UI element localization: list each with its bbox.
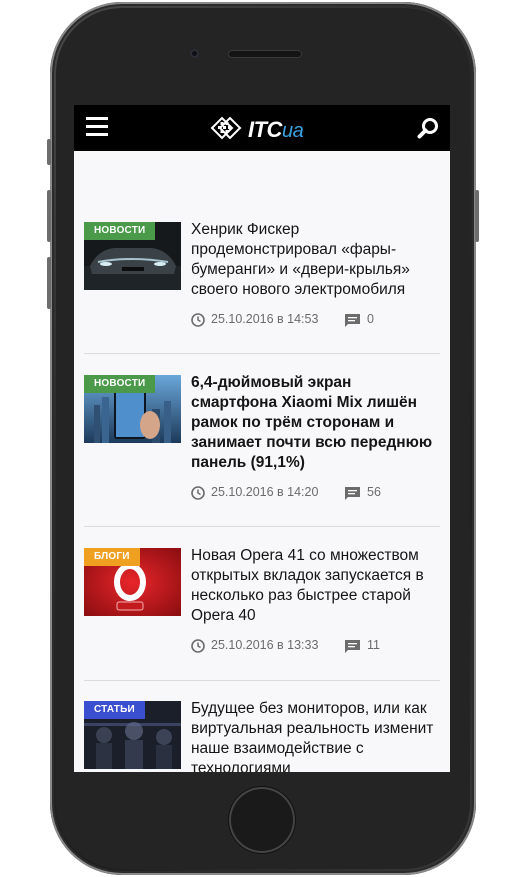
phone-volume-up (47, 190, 51, 242)
clock-icon (191, 313, 205, 327)
clock-icon (191, 486, 205, 500)
phone-volume-down (47, 257, 51, 309)
article-date: 25.10.2016 в 14:53 (211, 312, 319, 326)
comment-icon[interactable] (345, 487, 360, 500)
category-badge[interactable]: НОВОСТИ (84, 222, 156, 240)
article-title[interactable]: Будущее без мониторов, или как виртуальн… (191, 699, 440, 772)
earpiece-speaker (228, 50, 302, 58)
article-item[interactable]: НОВОСТИ 6,4-дюймовый экран смартфона Xia… (84, 373, 440, 505)
category-badge[interactable]: БЛОГИ (84, 548, 140, 566)
comment-count[interactable]: 11 (367, 638, 380, 652)
comment-count[interactable]: 56 (367, 485, 381, 499)
article-item[interactable]: СТАТЬИ Будущее без мониторов, или как ви… (84, 699, 440, 772)
category-badge[interactable]: НОВОСТИ (84, 375, 156, 393)
article-thumbnail[interactable]: НОВОСТИ (84, 375, 181, 443)
article-thumbnail[interactable]: БЛОГИ (84, 548, 181, 616)
phone-screen: ITCua НОВОСТИ Хенрик Фискер продемонстри… (74, 105, 450, 772)
site-logo[interactable]: ITCua (208, 113, 318, 143)
article-item[interactable]: НОВОСТИ Хенрик Фискер продемонстрировал … (84, 220, 440, 332)
article-divider (84, 680, 440, 681)
article-thumbnail[interactable]: НОВОСТИ (84, 222, 181, 290)
comment-icon[interactable] (345, 640, 360, 653)
comment-icon[interactable] (345, 314, 360, 327)
search-icon[interactable] (417, 117, 439, 139)
phone-power-button (475, 190, 479, 242)
article-title[interactable]: 6,4-дюймовый экран смартфона Xiaomi Mix … (191, 373, 440, 473)
top-navigation-bar: ITCua (74, 105, 450, 151)
article-date: 25.10.2016 в 14:20 (211, 485, 319, 499)
comment-count[interactable]: 0 (367, 312, 374, 326)
category-badge[interactable]: СТАТЬИ (84, 701, 145, 719)
logo-text: ITCua (248, 117, 304, 142)
article-divider (84, 353, 440, 354)
home-button[interactable] (229, 787, 295, 853)
article-divider (84, 526, 440, 527)
article-thumbnail[interactable]: СТАТЬИ (84, 701, 181, 769)
article-date: 25.10.2016 в 13:33 (211, 638, 319, 652)
article-title[interactable]: Хенрик Фискер продемонстрировал «фары-бу… (191, 220, 440, 300)
hamburger-menu-icon[interactable] (86, 117, 108, 137)
logo-emblem-icon (210, 116, 242, 140)
clock-icon (191, 639, 205, 653)
article-title[interactable]: Новая Opera 41 со множеством открытых вк… (191, 546, 440, 626)
phone-side-button (47, 139, 51, 165)
front-camera (190, 49, 199, 58)
article-item[interactable]: БЛОГИ Новая Opera 41 со множеством откры… (84, 546, 440, 658)
